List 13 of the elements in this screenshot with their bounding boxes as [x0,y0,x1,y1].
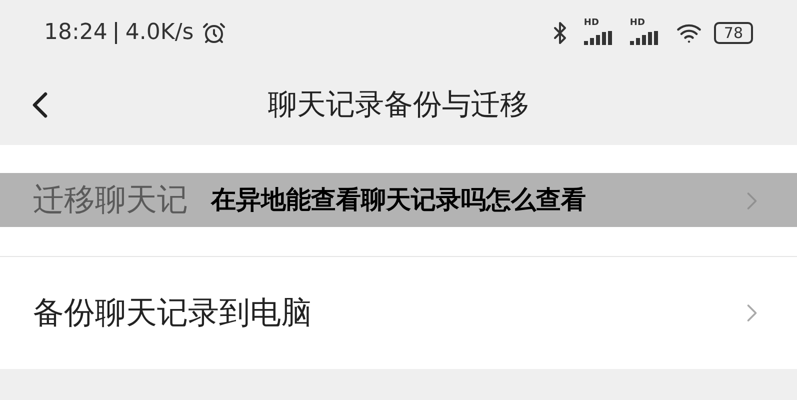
banner-text: 在异地能查看聊天记录吗怎么查看 [211,184,586,216]
status-time: 18:24 [44,19,108,47]
battery-indicator: 78 [714,22,753,44]
page-title: 聊天记录备份与迁移 [268,86,529,124]
hd-label: HD [584,18,599,28]
menu-row[interactable]: 备份聊天记录到电脑 [0,257,797,369]
menu-row-label: 备份聊天记录到电脑 [33,294,312,333]
signal-icon [630,30,660,44]
signal-icon [584,30,614,44]
hd-label: HD [630,18,645,28]
alarm-icon [202,20,226,44]
menu-row-label: 迁移聊天记 [33,181,188,220]
network-speed: 4.0K/s [125,19,194,47]
